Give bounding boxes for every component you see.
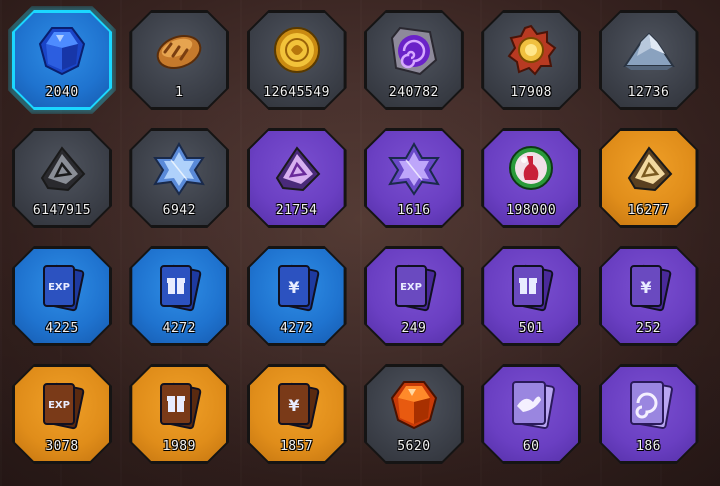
gold-coin-icon bbox=[269, 22, 325, 78]
yen-card-icon: ¥ bbox=[269, 376, 325, 432]
item-quantity: 198000 bbox=[506, 203, 557, 218]
ore-pile-icon bbox=[621, 22, 677, 78]
item-quantity: 1 bbox=[175, 85, 184, 100]
item-slot-spirit-card-1[interactable]: 60 bbox=[481, 364, 582, 464]
exp-card-icon: EXP bbox=[34, 258, 90, 314]
item-slot-orange-gem[interactable]: 5620 bbox=[363, 364, 464, 464]
item-slot-yen-card-orange[interactable]: ¥1857 bbox=[246, 364, 347, 464]
sun-medal-icon bbox=[503, 22, 559, 78]
gift-card-icon bbox=[503, 258, 559, 314]
item-quantity: 60 bbox=[522, 439, 540, 454]
item-quantity: 21754 bbox=[275, 203, 318, 218]
svg-text:EXP: EXP bbox=[48, 282, 70, 293]
hexagram-icon bbox=[386, 140, 442, 196]
item-quantity: 17908 bbox=[510, 85, 552, 100]
item-slot-gift-card-orange[interactable]: 1989 bbox=[129, 364, 230, 464]
swirl-shield-icon bbox=[386, 22, 442, 78]
svg-text:EXP: EXP bbox=[400, 282, 422, 293]
item-slot-blue-gem[interactable]: 2040 bbox=[8, 6, 116, 114]
item-slot-gift-card-purple[interactable]: 501 bbox=[481, 246, 582, 346]
item-slot-purple-rune-stone[interactable]: 21754 bbox=[246, 128, 347, 228]
gift-card-icon bbox=[151, 376, 207, 432]
item-slot-gold-rune-stone[interactable]: 16277 bbox=[598, 128, 699, 228]
item-slot-bread[interactable]: 1 bbox=[129, 10, 230, 110]
svg-text:¥: ¥ bbox=[640, 278, 651, 297]
item-slot-gift-card-blue[interactable]: 4272 bbox=[129, 246, 230, 346]
yen-card-icon: ¥ bbox=[269, 258, 325, 314]
item-quantity: 252 bbox=[636, 321, 661, 336]
item-slot-exp-card-purple[interactable]: EXP 249 bbox=[363, 246, 464, 346]
potion-orb-icon bbox=[503, 140, 559, 196]
item-slot-purple-shield[interactable]: 240782 bbox=[363, 10, 464, 110]
item-slot-yen-card-blue[interactable]: ¥4272 bbox=[246, 246, 347, 346]
item-quantity: 501 bbox=[518, 321, 544, 336]
item-slot-potion-orb[interactable]: 198000 bbox=[481, 128, 582, 228]
item-slot-exp-card-blue[interactable]: EXP 4225 bbox=[12, 246, 112, 346]
blue-gem-icon bbox=[34, 22, 90, 78]
inventory-grid: 2040 1 12645549 240782 17908 12736 6147915 6942… bbox=[0, 0, 720, 486]
item-slot-medal[interactable]: 17908 bbox=[481, 10, 582, 110]
exp-card-icon: EXP bbox=[34, 376, 90, 432]
triangle-rune-icon bbox=[621, 140, 677, 196]
swirl-card-icon bbox=[621, 376, 677, 432]
item-slot-spirit-card-2[interactable]: 186 bbox=[598, 364, 699, 464]
yen-card-icon: ¥ bbox=[621, 258, 677, 314]
item-slot-gold-coin[interactable]: 12645549 bbox=[246, 10, 347, 110]
gift-card-icon bbox=[151, 258, 207, 314]
item-quantity: 240782 bbox=[388, 85, 439, 100]
item-quantity: 1857 bbox=[279, 439, 314, 454]
item-slot-yen-card-purple[interactable]: ¥252 bbox=[598, 246, 699, 346]
item-quantity: 186 bbox=[636, 439, 661, 454]
item-quantity: 12736 bbox=[627, 85, 670, 100]
orange-gem-icon bbox=[386, 376, 442, 432]
item-quantity: 4225 bbox=[45, 321, 79, 336]
spirit-card-icon bbox=[503, 376, 559, 432]
svg-text:EXP: EXP bbox=[48, 400, 70, 411]
item-slot-grey-rune-stone[interactable]: 6147915 bbox=[12, 128, 112, 228]
item-quantity: 1616 bbox=[397, 203, 431, 218]
item-slot-star-crystal-purple[interactable]: 1616 bbox=[363, 128, 464, 228]
item-quantity: 6147915 bbox=[32, 203, 92, 218]
bread-icon bbox=[151, 22, 207, 78]
triangle-rune-icon bbox=[269, 140, 325, 196]
item-quantity: 5620 bbox=[397, 439, 431, 454]
hexagram-icon bbox=[151, 140, 207, 196]
item-quantity: 6942 bbox=[162, 203, 196, 218]
item-slot-star-crystal-grey[interactable]: 6942 bbox=[129, 128, 230, 228]
item-slot-ore-pile[interactable]: 12736 bbox=[598, 10, 699, 110]
item-quantity: 2040 bbox=[45, 85, 79, 100]
item-slot-exp-card-orange[interactable]: EXP 3078 bbox=[12, 364, 112, 464]
item-quantity: 3078 bbox=[45, 439, 79, 454]
item-quantity: 4272 bbox=[162, 321, 196, 336]
item-quantity: 12645549 bbox=[263, 85, 330, 100]
exp-card-icon: EXP bbox=[386, 258, 442, 314]
svg-text:¥: ¥ bbox=[288, 396, 299, 415]
triangle-rune-icon bbox=[34, 140, 90, 196]
item-quantity: 4272 bbox=[279, 321, 314, 336]
item-quantity: 1989 bbox=[162, 439, 196, 454]
svg-text:¥: ¥ bbox=[288, 278, 299, 297]
item-quantity: 249 bbox=[401, 321, 427, 336]
item-quantity: 16277 bbox=[627, 203, 670, 218]
